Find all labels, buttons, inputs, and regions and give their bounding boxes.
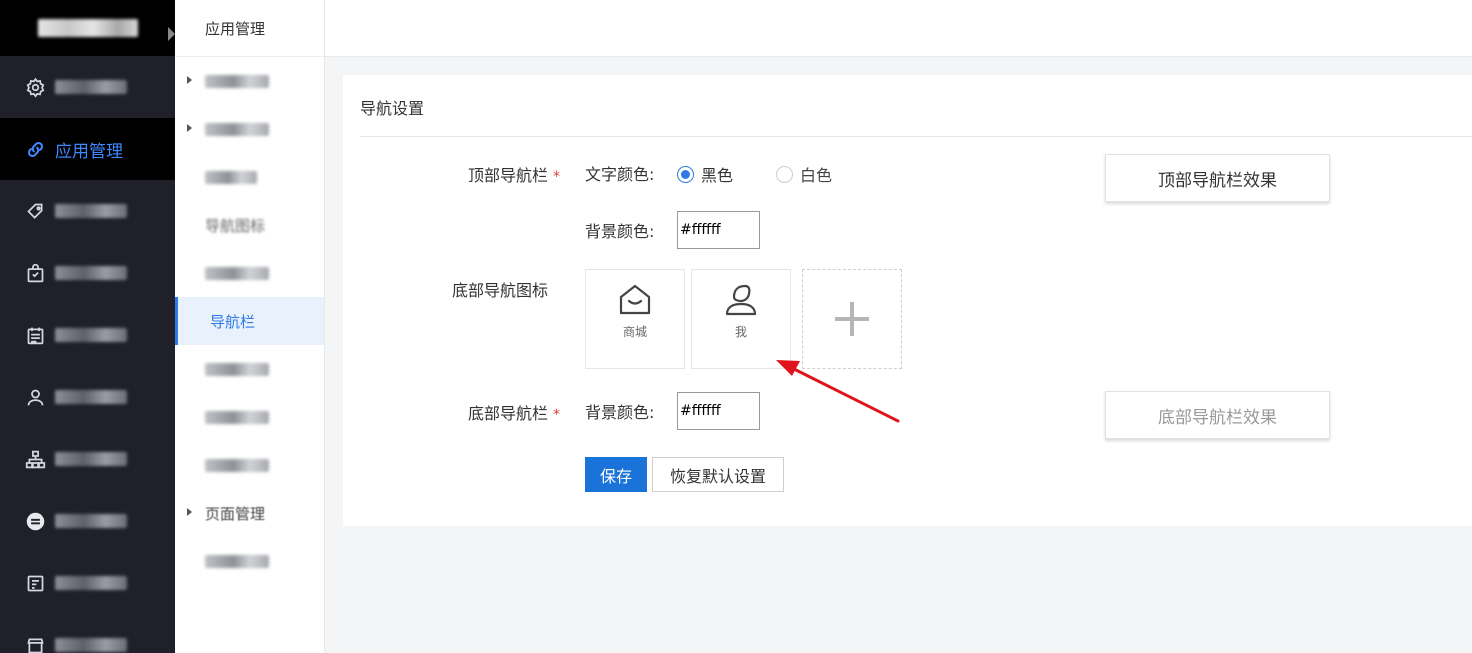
top-bar: [325, 0, 1472, 57]
blurred-label: [205, 170, 257, 184]
submenu-item[interactable]: [175, 249, 324, 297]
sidebar-item-9[interactable]: [0, 552, 175, 614]
top-nav-preview-button[interactable]: 顶部导航栏效果: [1105, 154, 1330, 202]
home-smile-icon: [619, 284, 651, 315]
sidebar-item-8[interactable]: [0, 490, 175, 552]
circle-minus-icon: [24, 510, 46, 532]
bottom-bg-color-label: 背景颜色:: [585, 403, 655, 422]
sidebar-item-10[interactable]: [0, 614, 175, 653]
store-icon: [24, 634, 46, 653]
blurred-label: [205, 122, 269, 136]
nav-settings-card: 导航设置 顶部导航栏 * 文字颜色: 黑色 白色 背景颜色: 顶部导航栏效果 底部…: [343, 75, 1472, 526]
add-nav-icon-button[interactable]: [802, 269, 902, 369]
collapse-arrow-icon[interactable]: [168, 27, 175, 41]
sidebar-item-label: 应用管理: [55, 141, 123, 162]
expand-arrow-icon[interactable]: [187, 508, 192, 516]
submenu-item-label: 导航栏: [210, 312, 256, 331]
top-nav-label: 顶部导航栏 *: [360, 162, 560, 186]
top-bg-color-input[interactable]: [677, 211, 760, 249]
bottom-bg-color-input[interactable]: [677, 392, 760, 430]
submenu-item[interactable]: [175, 345, 324, 393]
main-sidebar: 应用管理: [0, 0, 175, 653]
sidebar-item-7[interactable]: [0, 428, 175, 490]
blurred-label: [205, 410, 269, 424]
sidebar-item-app-management[interactable]: 应用管理: [0, 118, 175, 180]
blurred-label: [55, 266, 127, 280]
blurred-label: [55, 514, 127, 528]
submenu-item-page-management[interactable]: 页面管理: [175, 489, 324, 537]
sidebar-item-4[interactable]: [0, 242, 175, 304]
nav-icon-caption: 我: [734, 325, 747, 339]
submenu-title: 应用管理: [175, 0, 324, 57]
blurred-logo-text: [38, 19, 138, 37]
blurred-label: [205, 74, 269, 88]
bottom-nav-preview-button[interactable]: 底部导航栏效果: [1105, 391, 1330, 439]
nav-icon-card-mall[interactable]: 商城: [585, 269, 685, 369]
blurred-label: [55, 328, 127, 342]
save-button[interactable]: 保存: [585, 457, 647, 492]
blurred-label: [205, 554, 269, 568]
submenu-panel: 应用管理 导航图标 导航栏 页面管理: [175, 0, 325, 653]
sidebar-item-6[interactable]: [0, 366, 175, 428]
expand-arrow-icon[interactable]: [187, 124, 192, 132]
link-icon: [24, 138, 46, 160]
radio-white[interactable]: 白色: [776, 162, 832, 186]
reset-defaults-button[interactable]: 恢复默认设置: [652, 457, 784, 492]
blurred-label: [205, 362, 269, 376]
radio-label: 黑色: [701, 166, 734, 185]
blurred-label: [55, 576, 127, 590]
tag-icon: [24, 200, 46, 222]
radio-dot[interactable]: [776, 165, 793, 183]
submenu-item[interactable]: [175, 537, 324, 585]
blurred-label: [55, 452, 127, 466]
submenu-item-nav-icons[interactable]: 导航图标: [175, 201, 324, 249]
radio-black[interactable]: 黑色: [677, 162, 733, 186]
sidebar-item-settings[interactable]: [0, 56, 175, 118]
blurred-label: [205, 266, 269, 280]
submenu-item[interactable]: [175, 57, 324, 105]
blurred-label: [55, 204, 127, 218]
nav-icon-caption: 商城: [622, 325, 647, 339]
card-title: 导航设置: [360, 99, 425, 118]
person-icon: [725, 284, 757, 316]
required-mark: *: [553, 407, 560, 423]
top-bg-color-label: 背景颜色:: [585, 222, 655, 241]
required-mark: *: [553, 169, 560, 185]
divider: [360, 136, 1472, 137]
text-color-label: 文字颜色:: [585, 165, 655, 184]
plus-icon: [835, 302, 869, 336]
submenu-item-navbar[interactable]: 导航栏: [175, 297, 324, 345]
document-icon: [24, 572, 46, 594]
submenu-item[interactable]: [175, 153, 324, 201]
blurred-label: [55, 80, 127, 94]
bottom-icons-label: 底部导航图标: [451, 281, 548, 300]
submenu-item-label: 页面管理: [205, 504, 266, 523]
submenu-item[interactable]: [175, 105, 324, 153]
radio-label: 白色: [800, 166, 833, 185]
sidebar-item-3[interactable]: [0, 180, 175, 242]
top-nav-label-text: 顶部导航栏: [467, 166, 548, 185]
radio-dot[interactable]: [677, 165, 694, 183]
user-icon: [24, 386, 46, 408]
app-logo[interactable]: [0, 0, 175, 56]
sidebar-item-5[interactable]: [0, 304, 175, 366]
blurred-label: [55, 638, 127, 652]
bag-icon: [24, 262, 46, 284]
blurred-label: [205, 458, 269, 472]
expand-arrow-icon[interactable]: [187, 76, 192, 84]
bottom-nav-label: 底部导航栏 *: [360, 400, 560, 424]
submenu-item-label: 导航图标: [205, 216, 266, 235]
bottom-nav-label-text: 底部导航栏: [467, 404, 548, 423]
submenu-item[interactable]: [175, 393, 324, 441]
calendar-icon: [24, 324, 46, 346]
submenu-item[interactable]: [175, 441, 324, 489]
nav-icon-card-me[interactable]: 我: [691, 269, 791, 369]
blurred-label: [55, 390, 127, 404]
gear-icon: [24, 76, 46, 98]
org-chart-icon: [24, 448, 46, 470]
